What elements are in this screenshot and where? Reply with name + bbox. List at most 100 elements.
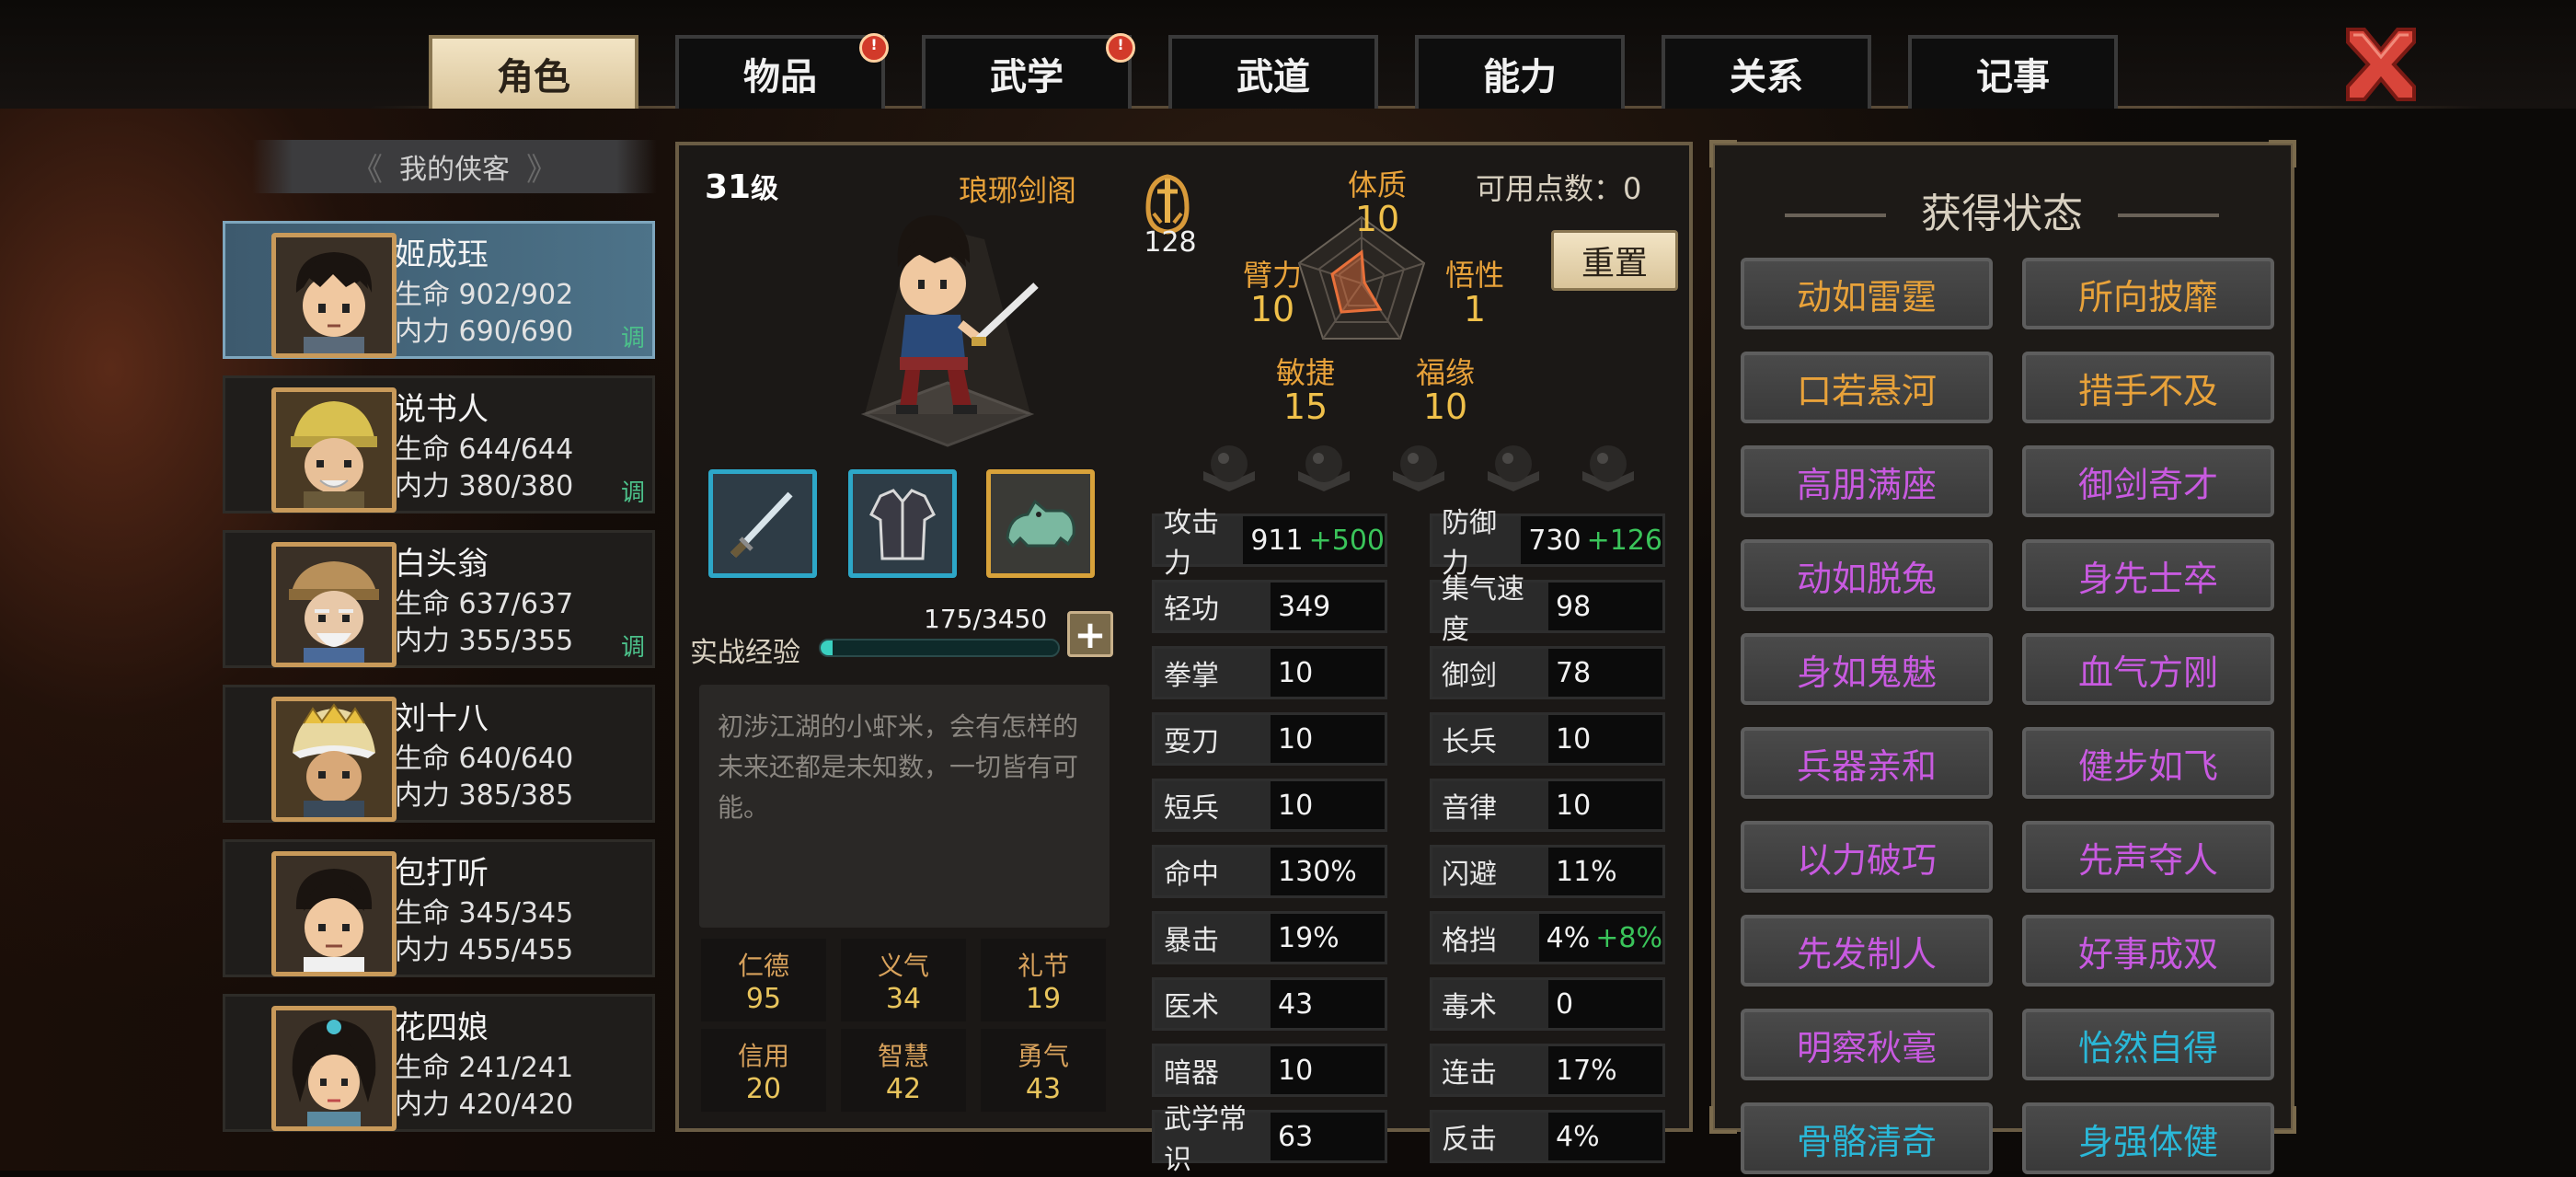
- status-tag[interactable]: 健步如飞: [2022, 727, 2274, 799]
- hero-mp: 内力 355/355: [395, 625, 574, 657]
- stat-row: 集气速度 98: [1430, 573, 1665, 646]
- stat-row: 音律 10: [1430, 779, 1665, 832]
- virtue-item: 礼节 19: [981, 939, 1106, 1021]
- stat-row: 防御力 730 +126: [1430, 507, 1665, 580]
- hero-name: 包打听: [395, 855, 489, 892]
- title-ornament: [1785, 213, 1886, 217]
- tab-items[interactable]: 物品!: [675, 33, 889, 109]
- notification-badge: !: [1106, 33, 1135, 63]
- status-tag[interactable]: 好事成双: [2022, 915, 2274, 987]
- character-sprite: [810, 202, 1086, 451]
- hero-card[interactable]: 花四娘 生命 241/241 内力 420/420: [223, 994, 655, 1132]
- status-tag[interactable]: 明察秋毫: [1741, 1009, 1993, 1080]
- virtue-item: 仁德 95: [701, 939, 826, 1021]
- close-button[interactable]: [2337, 20, 2425, 109]
- mount-slot[interactable]: [986, 469, 1095, 578]
- character-level: 31级: [705, 168, 779, 206]
- attribute-fortune: 福缘 10: [1415, 355, 1475, 427]
- avatar: [271, 1006, 397, 1131]
- stat-row: 长兵 10: [1430, 712, 1665, 766]
- status-tag[interactable]: 御剑奇才: [2022, 445, 2274, 517]
- hero-name: 说书人: [395, 391, 489, 428]
- hero-card[interactable]: 说书人 生命 644/644 内力 380/380 调: [223, 375, 655, 513]
- attribute-comprehension: 悟性 1: [1444, 258, 1504, 329]
- stat-row: 攻击力 911 +500: [1152, 507, 1387, 580]
- hero-card[interactable]: 姬成珏 生命 902/902 内力 690/690 调: [223, 221, 655, 359]
- empty-slot-icon: [1488, 445, 1539, 491]
- adjust-tag: 调: [620, 325, 645, 352]
- stat-row: 暗器 10: [1152, 1044, 1387, 1097]
- stats-right-column: 防御力 730 +126 集气速度 98 御剑 78 长兵 10 音律 10 闪避 11% 格…: [1430, 507, 1665, 1163]
- empty-slot-icon: [1298, 445, 1350, 491]
- tab-journal[interactable]: 记事: [1908, 35, 2118, 109]
- tab-abilities[interactable]: 能力: [1415, 35, 1625, 109]
- stat-row: 毒术 0: [1430, 977, 1665, 1031]
- hero-card[interactable]: 白头翁 生命 637/637 内力 355/355 调: [223, 530, 655, 668]
- attribute-constitution: 体质 10: [1347, 167, 1407, 239]
- stat-row: 耍刀 10: [1152, 712, 1387, 766]
- stat-row: 拳掌 10: [1152, 646, 1387, 699]
- chevron-left-icon: 《: [351, 151, 383, 189]
- hero-name: 刘十八: [395, 700, 489, 737]
- robe-icon: [853, 474, 952, 573]
- status-tag[interactable]: 高朋满座: [1741, 445, 1993, 517]
- status-tag[interactable]: 兵器亲和: [1741, 727, 1993, 799]
- hero-card[interactable]: 刘十八 生命 640/640 内力 385/385: [223, 685, 655, 823]
- status-grid: 动如雷霆 所向披靡 口若悬河 措手不及 高朋满座 御剑奇才 动如脱兔 身先士卒 身如鬼魅 血气方刚…: [1741, 258, 2274, 1174]
- stat-row: 反击 4%: [1430, 1110, 1665, 1163]
- status-tag[interactable]: 怡然自得: [2022, 1009, 2274, 1080]
- tab-martial-arts[interactable]: 武学!: [922, 33, 1135, 109]
- status-tag[interactable]: 以力破巧: [1741, 821, 1993, 893]
- status-tag[interactable]: 动如脱兔: [1741, 539, 1993, 611]
- hero-list-header: 《 我的侠客 》: [252, 140, 657, 193]
- hero-card[interactable]: 包打听 生命 345/345 内力 455/455: [223, 839, 655, 977]
- status-tag[interactable]: 骨骼清奇: [1741, 1102, 1993, 1174]
- stat-row: 短兵 10: [1152, 779, 1387, 832]
- power-value: 128: [1144, 226, 1197, 259]
- attribute-agility: 敏捷 15: [1275, 355, 1335, 427]
- status-tag[interactable]: 先发制人: [1741, 915, 1993, 987]
- exp-label: 实战经验: [690, 637, 800, 669]
- exp-value: 175/3450: [924, 604, 1048, 634]
- hero-hp: 生命 902/902: [395, 279, 574, 311]
- hero-mp: 内力 385/385: [395, 779, 574, 812]
- status-tag[interactable]: 措手不及: [2022, 352, 2274, 423]
- virtue-item: 智慧 42: [841, 1029, 966, 1112]
- stat-row: 医术 43: [1152, 977, 1387, 1031]
- stat-row: 闪避 11%: [1430, 845, 1665, 898]
- virtue-item: 勇气 43: [981, 1029, 1106, 1112]
- status-tag[interactable]: 先声夺人: [2022, 821, 2274, 893]
- status-tag[interactable]: 身如鬼魅: [1741, 633, 1993, 705]
- hero-hp: 生命 640/640: [395, 743, 574, 775]
- skill-slot-row: [1198, 434, 1639, 499]
- reset-button[interactable]: 重置: [1551, 230, 1678, 291]
- status-tag[interactable]: 动如雷霆: [1741, 258, 1993, 329]
- character-description: 初涉江湖的小虾米，会有怎样的未来还都是未知数，一切皆有可能。: [699, 685, 1110, 928]
- armor-slot[interactable]: [848, 469, 957, 578]
- add-exp-button[interactable]: +: [1067, 611, 1113, 657]
- status-tag[interactable]: 身先士卒: [2022, 539, 2274, 611]
- title-ornament: [2118, 213, 2219, 217]
- close-icon: [2346, 28, 2416, 101]
- stat-row: 御剑 78: [1430, 646, 1665, 699]
- hero-hp: 生命 637/637: [395, 588, 574, 620]
- virtue-item: 义气 34: [841, 939, 966, 1021]
- exp-bar: [819, 639, 1060, 657]
- status-tag[interactable]: 身强体健: [2022, 1102, 2274, 1174]
- sword-icon: [713, 474, 812, 573]
- status-title: 获得状态: [1921, 190, 2083, 237]
- hero-hp: 生命 644/644: [395, 433, 574, 466]
- tab-martial-path[interactable]: 武道: [1168, 35, 1378, 109]
- status-tag[interactable]: 所向披靡: [2022, 258, 2274, 329]
- avatar: [271, 387, 397, 513]
- status-tag[interactable]: 血气方刚: [2022, 633, 2274, 705]
- tab-relations[interactable]: 关系: [1662, 35, 1871, 109]
- hero-name: 姬成珏: [395, 237, 489, 273]
- adjust-tag: 调: [620, 634, 645, 662]
- avatar: [271, 851, 397, 976]
- hero-name: 白头翁: [395, 546, 489, 583]
- virtue-item: 信用 20: [701, 1029, 826, 1112]
- weapon-slot[interactable]: [708, 469, 817, 578]
- status-tag[interactable]: 口若悬河: [1741, 352, 1993, 423]
- tab-character[interactable]: 角色: [429, 35, 638, 109]
